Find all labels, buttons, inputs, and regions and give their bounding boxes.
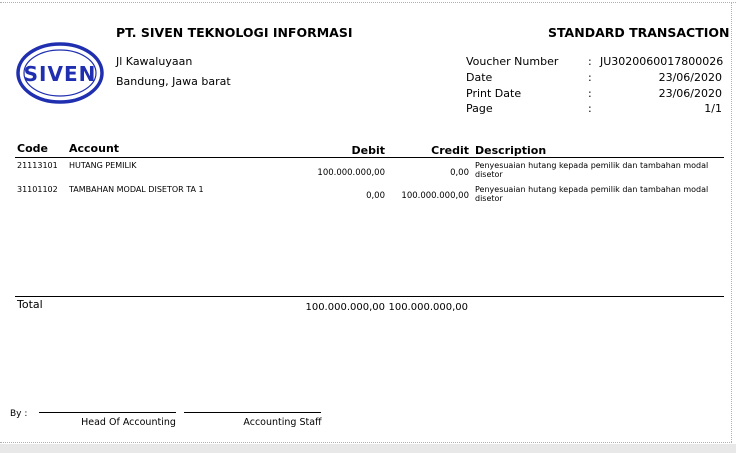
total-credit: 100.000.000,00 — [388, 302, 468, 313]
page-border-right — [731, 2, 732, 442]
meta-colon: : — [588, 71, 592, 84]
address-line-1: Jl Kawaluyaan — [116, 55, 193, 68]
header-underline — [15, 157, 724, 158]
address-line-2: Bandung, Jawa barat — [116, 75, 231, 88]
signature-label-accounting-staff: Accounting Staff — [243, 417, 322, 428]
print-date-label: Print Date — [466, 87, 522, 100]
company-logo: SIVEN — [16, 42, 104, 104]
column-header-code: Code — [17, 142, 48, 155]
row2-debit: 0,00 — [366, 191, 385, 201]
row1-code: 21113101 — [17, 161, 58, 170]
row1-debit: 100.000.000,00 — [317, 168, 385, 178]
row1-description: Penyesuaian hutang kepada pemilik dan ta… — [475, 161, 709, 179]
column-header-description: Description — [475, 144, 547, 157]
meta-colon: : — [588, 87, 592, 100]
meta-colon: : — [588, 102, 592, 115]
row2-code: 31101102 — [17, 185, 58, 194]
row1-account: HUTANG PEMILIK — [69, 161, 137, 170]
voucher-number-label: Voucher Number — [466, 55, 559, 68]
total-debit: 100.000.000,00 — [305, 302, 385, 313]
signature-line-2 — [184, 412, 321, 413]
print-date-value: 23/06/2020 — [658, 87, 722, 100]
total-divider — [15, 296, 724, 297]
date-label: Date — [466, 71, 493, 84]
row2-description: Penyesuaian hutang kepada pemilik dan ta… — [475, 185, 709, 203]
page-border-top — [0, 2, 736, 3]
total-label: Total — [17, 298, 43, 311]
signature-line-1 — [39, 412, 176, 413]
voucher-number-value: JU3020060017800026 — [600, 55, 724, 68]
row2-account: TAMBAHAN MODAL DISETOR TA 1 — [69, 185, 204, 194]
meta-colon: : — [588, 55, 592, 68]
signature-label-head-of-accounting: Head Of Accounting — [81, 417, 176, 428]
page-value: 1/1 — [704, 102, 722, 115]
date-value: 23/06/2020 — [658, 71, 722, 84]
by-label: By : — [10, 409, 28, 419]
column-header-account: Account — [69, 142, 120, 155]
company-name: PT. SIVEN TEKNOLOGI INFORMASI — [116, 25, 353, 40]
column-header-credit: Credit — [431, 144, 469, 157]
document-title: STANDARD TRANSACTION — [548, 25, 730, 40]
logo-text: SIVEN — [24, 62, 97, 86]
viewer-bottom-bar — [0, 444, 736, 453]
page-label: Page — [466, 102, 493, 115]
column-header-debit: Debit — [351, 144, 386, 157]
row1-credit: 0,00 — [450, 168, 469, 178]
page-border-bottom — [0, 442, 732, 443]
row2-credit: 100.000.000,00 — [401, 191, 469, 201]
